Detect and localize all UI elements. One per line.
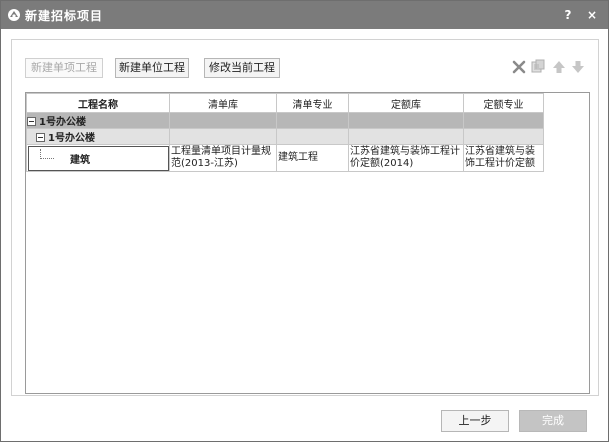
- title-bar[interactable]: 新建招标项目 ? ×: [1, 1, 608, 29]
- project-grid: 工程名称 清单库 清单专业 定额库 定额专业 1号办公楼 1号办公楼 建筑 工程…: [26, 93, 544, 172]
- column-header-bill-major[interactable]: 清单专业: [276, 93, 349, 113]
- column-header-project-name[interactable]: 工程名称: [26, 93, 170, 113]
- table-cell[interactable]: [169, 112, 277, 129]
- tree-node-label: 1号办公楼: [48, 133, 95, 144]
- table-cell[interactable]: [348, 112, 464, 129]
- app-logo-icon: [7, 8, 21, 22]
- project-name-cell[interactable]: 1号办公楼: [26, 128, 170, 145]
- close-button[interactable]: ×: [584, 6, 600, 24]
- collapse-toggle-icon[interactable]: [27, 117, 36, 126]
- quota-major-cell[interactable]: 江苏省建筑与装饰工程计价定额: [463, 144, 544, 172]
- table-row[interactable]: 1号办公楼: [26, 112, 544, 129]
- table-cell[interactable]: [463, 112, 544, 129]
- move-up-icon[interactable]: [551, 59, 567, 75]
- window-title: 新建招标项目: [25, 9, 104, 23]
- previous-step-button[interactable]: 上一步: [441, 410, 509, 432]
- new-unit-project-button[interactable]: 新建单位工程: [115, 58, 189, 78]
- quota-library-cell[interactable]: 江苏省建筑与装饰工程计价定额(2014): [348, 144, 464, 172]
- move-down-icon[interactable]: [570, 59, 586, 75]
- table-row[interactable]: 1号办公楼: [26, 128, 544, 145]
- help-button[interactable]: ?: [560, 6, 576, 24]
- tree-connector: [40, 149, 54, 159]
- delete-icon[interactable]: [511, 59, 527, 75]
- table-row[interactable]: 建筑 工程量清单项目计量规范(2013-江苏) 建筑工程 江苏省建筑与装饰工程计…: [26, 144, 544, 172]
- column-header-quota-major[interactable]: 定额专业: [463, 93, 544, 113]
- table-cell[interactable]: [348, 128, 464, 145]
- table-cell[interactable]: [463, 128, 544, 145]
- new-single-project-button[interactable]: 新建单项工程: [25, 58, 103, 78]
- table-cell[interactable]: [169, 128, 277, 145]
- bill-library-cell[interactable]: 工程量清单项目计量规范(2013-江苏): [169, 144, 277, 172]
- new-bid-project-dialog: 新建招标项目 ? × 新建单项工程 新建单位工程 修改当前工程 工程名称 清单库…: [0, 0, 609, 442]
- finish-button[interactable]: 完成: [519, 410, 587, 432]
- tree-node-label: 1号办公楼: [39, 117, 86, 128]
- copy-icon[interactable]: [530, 59, 546, 75]
- table-header-row: 工程名称 清单库 清单专业 定额库 定额专业: [26, 93, 544, 113]
- column-header-quota-library[interactable]: 定额库: [348, 93, 464, 113]
- project-name-cell[interactable]: 建筑: [26, 144, 170, 172]
- content-panel: 新建单项工程 新建单位工程 修改当前工程 工程名称 清单库 清单专业 定额库 定…: [11, 39, 599, 396]
- collapse-toggle-icon[interactable]: [36, 133, 45, 142]
- table-cell[interactable]: [276, 128, 349, 145]
- bill-major-cell[interactable]: 建筑工程: [276, 144, 349, 172]
- table-cell[interactable]: [276, 112, 349, 129]
- project-name-cell[interactable]: 1号办公楼: [26, 112, 170, 129]
- project-table: 工程名称 清单库 清单专业 定额库 定额专业 1号办公楼 1号办公楼 建筑 工程…: [25, 92, 590, 394]
- modify-current-project-button[interactable]: 修改当前工程: [204, 58, 280, 78]
- tree-node-label: 建筑: [70, 155, 90, 166]
- column-header-bill-library[interactable]: 清单库: [169, 93, 277, 113]
